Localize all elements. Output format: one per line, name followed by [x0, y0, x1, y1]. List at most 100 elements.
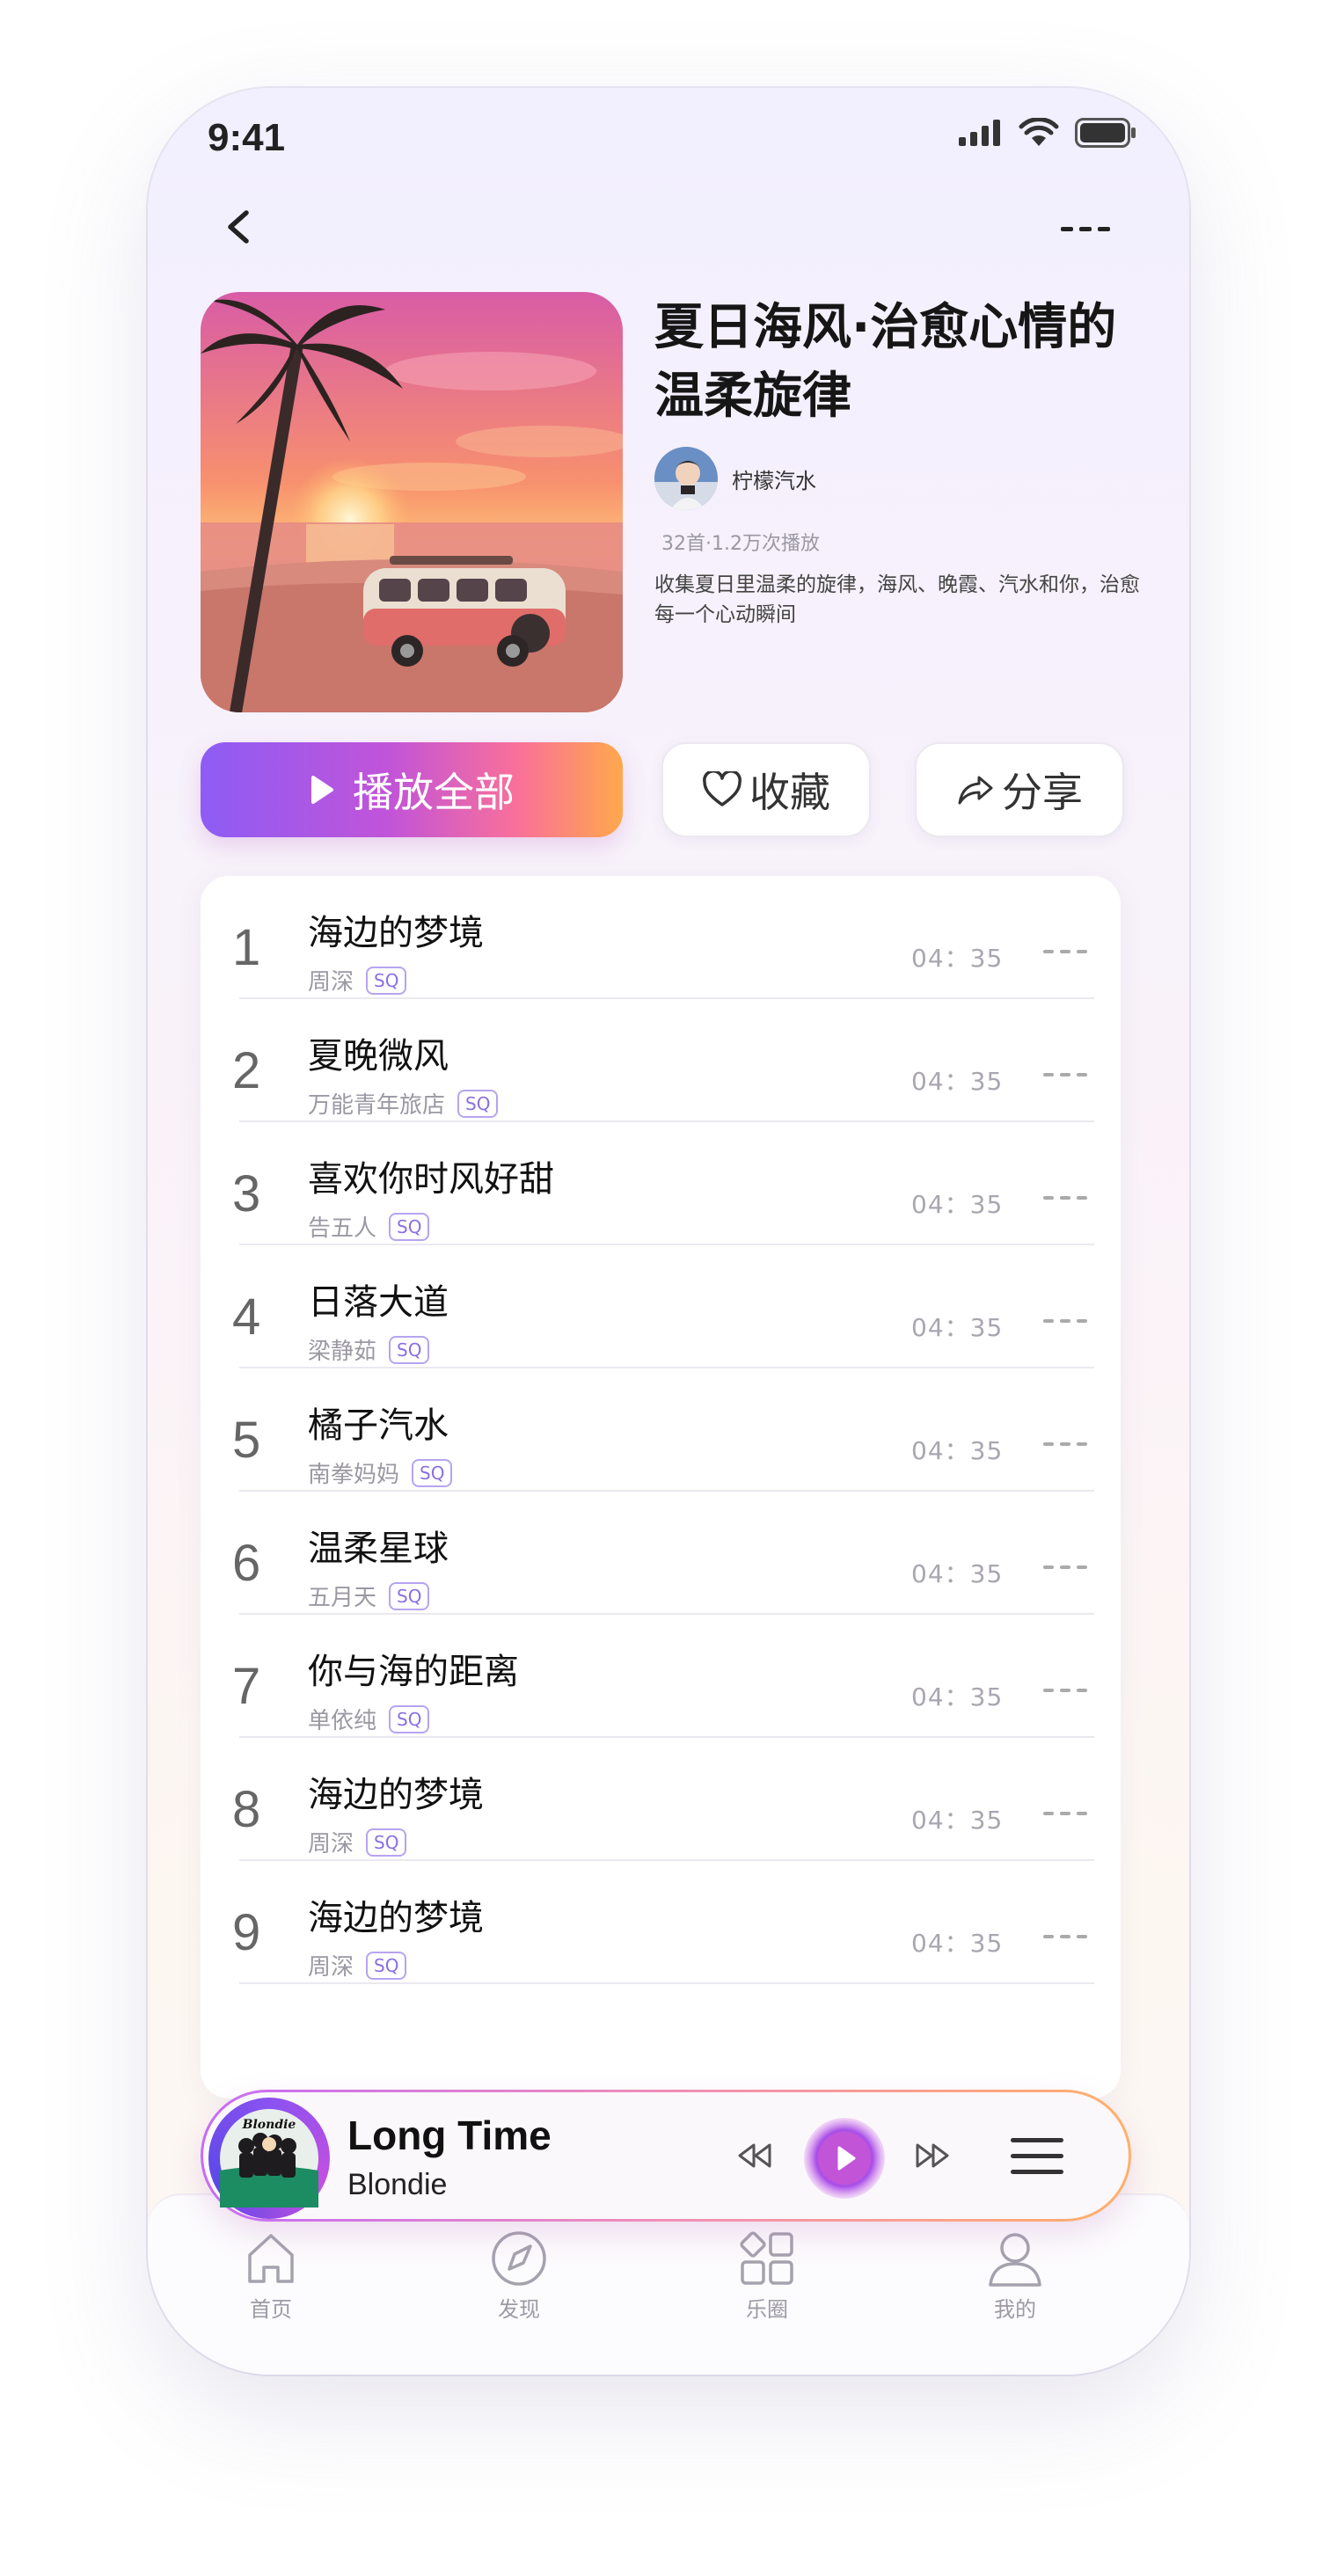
track-artist: 周深	[308, 1831, 354, 1857]
play-all-button[interactable]: 播放全部	[201, 742, 623, 837]
track-duration: 04：35	[911, 944, 1004, 973]
sq-badge: SQ	[366, 1828, 407, 1857]
favorite-label: 收藏	[749, 769, 830, 816]
track-more-icon[interactable]	[1043, 1316, 1087, 1326]
track-index: 8	[232, 1781, 261, 1838]
next-icon[interactable]	[912, 2138, 953, 2173]
playlist-cover	[201, 292, 623, 712]
back-arrow-icon[interactable]	[213, 201, 266, 253]
track-title: 夏晚微风	[308, 1036, 449, 1076]
tab-profile[interactable]: 我的	[962, 2230, 1068, 2323]
track-duration: 04：35	[911, 1682, 1004, 1711]
user-icon	[989, 2233, 1041, 2287]
track-artist: 单依纯	[308, 1708, 377, 1734]
share-button[interactable]: 分享	[915, 742, 1124, 837]
creator-name[interactable]: 柠檬汽水	[732, 463, 816, 494]
tab-discover-label: 发现	[498, 2297, 540, 2322]
track-duration: 04：35	[911, 1806, 1004, 1835]
track-row[interactable]: 8 海边的梦境 周深 SQ 04：35	[201, 1738, 1121, 1861]
tab-profile-label: 我的	[994, 2297, 1036, 2322]
tab-community-label: 乐圈	[746, 2297, 788, 2322]
track-list: 1 海边的梦境 周深 SQ 04：35 2 夏晚微风 万能青年旅店 SQ 04：35…	[201, 876, 1121, 2098]
track-more-icon[interactable]	[1043, 1439, 1087, 1449]
track-artist: 周深	[308, 1954, 354, 1981]
heart-icon	[703, 771, 742, 806]
track-row[interactable]: 3 喜欢你时风好甜 告五人 SQ 04：35	[201, 1122, 1121, 1245]
track-title: 喜欢你时风好甜	[308, 1159, 554, 1200]
battery-icon	[1075, 118, 1136, 148]
track-artist: 周深	[308, 969, 354, 996]
track-title: 你与海的距离	[308, 1652, 519, 1692]
track-index: 5	[232, 1412, 261, 1469]
track-title: 海边的梦境	[308, 913, 484, 953]
playlist-stats: 32首·1.2万次播放	[661, 533, 820, 555]
creator-avatar[interactable]	[654, 447, 718, 510]
share-icon	[958, 776, 993, 805]
signal-icon	[959, 120, 1000, 146]
favorite-button[interactable]: 收藏	[661, 742, 871, 837]
track-index: 1	[232, 919, 261, 976]
previous-icon[interactable]	[734, 2138, 775, 2173]
track-index: 9	[232, 1904, 261, 1961]
track-more-icon[interactable]	[1043, 1069, 1087, 1080]
track-duration: 04：35	[911, 1929, 1004, 1958]
more-menu-icon[interactable]	[1059, 211, 1112, 246]
sq-badge: SQ	[457, 1089, 499, 1118]
track-artist: 万能青年旅店	[308, 1092, 446, 1119]
sq-badge: SQ	[366, 1951, 407, 1980]
track-row[interactable]: 4 日落大道 梁静茹 SQ 04：35	[201, 1245, 1121, 1368]
track-index: 2	[232, 1042, 261, 1099]
apps-icon	[740, 2231, 793, 2285]
divider	[239, 1982, 1094, 1984]
track-row[interactable]: 9 海边的梦境 周深 SQ 04：35	[201, 1861, 1121, 1984]
play-all-label: 播放全部	[353, 769, 515, 816]
track-more-icon[interactable]	[1043, 946, 1087, 957]
play-icon	[311, 776, 333, 804]
sq-badge: SQ	[389, 1581, 430, 1610]
track-row[interactable]: 2 夏晚微风 万能青年旅店 SQ 04：35	[201, 999, 1121, 1122]
track-more-icon[interactable]	[1043, 1193, 1087, 1203]
now-playing-cover[interactable]: Blondie	[208, 2098, 330, 2219]
share-label: 分享	[1002, 769, 1083, 816]
track-duration: 04：35	[911, 1190, 1004, 1219]
playlist-description: 收集夏日里温柔的旋律，海风、晚霞、汽水和你，治愈每一个心动瞬间	[654, 573, 1140, 626]
mini-player[interactable]: Blondie Long Time Blondie	[201, 2090, 1131, 2222]
compass-icon	[492, 2231, 546, 2286]
track-row[interactable]: 6 温柔星球 五月天 SQ 04：35	[201, 1492, 1121, 1615]
status-icons	[959, 118, 1136, 148]
track-title: 海边的梦境	[308, 1775, 484, 1815]
track-row[interactable]: 5 橘子汽水 南拳妈妈 SQ 04：35	[201, 1368, 1121, 1492]
track-artist: 梁静茹	[308, 1339, 377, 1365]
track-artist: 南拳妈妈	[308, 1462, 400, 1488]
playlist-title: 夏日海风·治愈心情的温柔旋律	[654, 299, 1117, 425]
track-title: 温柔星球	[308, 1529, 449, 1569]
sq-badge: SQ	[389, 1335, 430, 1364]
tab-home-label: 首页	[250, 2297, 292, 2322]
now-playing-title: Long Time	[347, 2113, 552, 2158]
track-artist: 五月天	[308, 1585, 377, 1611]
tab-community[interactable]: 乐圈	[714, 2230, 820, 2323]
track-duration: 04：35	[911, 1436, 1004, 1465]
track-more-icon[interactable]	[1043, 1685, 1087, 1696]
tab-home[interactable]: 首页	[218, 2230, 324, 2323]
wifi-icon	[1019, 118, 1059, 146]
track-title: 日落大道	[308, 1282, 449, 1323]
track-more-icon[interactable]	[1043, 1808, 1087, 1819]
playlist-queue-icon[interactable]	[1011, 2136, 1063, 2177]
play-pause-button[interactable]	[803, 2117, 886, 2200]
creator-info[interactable]: 柠檬汽水	[654, 447, 816, 510]
track-row[interactable]: 7 你与海的距离 单依纯 SQ 04：35	[201, 1615, 1121, 1738]
track-more-icon[interactable]	[1043, 1562, 1087, 1573]
track-index: 7	[232, 1658, 261, 1715]
home-icon	[248, 2234, 294, 2283]
sq-badge: SQ	[366, 966, 407, 995]
sq-badge: SQ	[412, 1458, 453, 1487]
tab-discover[interactable]: 发现	[466, 2230, 572, 2323]
track-row[interactable]: 1 海边的梦境 周深 SQ 04：35	[201, 876, 1121, 999]
album-art-title: Blondie	[242, 2118, 296, 2132]
track-index: 3	[232, 1165, 261, 1222]
track-more-icon[interactable]	[1043, 1931, 1087, 1942]
now-playing-artist: Blondie	[347, 2168, 448, 2201]
status-time: 9:41	[208, 116, 286, 159]
phone-screen: 9:41 夏日海风·治愈心情的温柔旋律 柠檬汽水 32首·1.2万次播放 收集夏…	[148, 88, 1189, 2375]
